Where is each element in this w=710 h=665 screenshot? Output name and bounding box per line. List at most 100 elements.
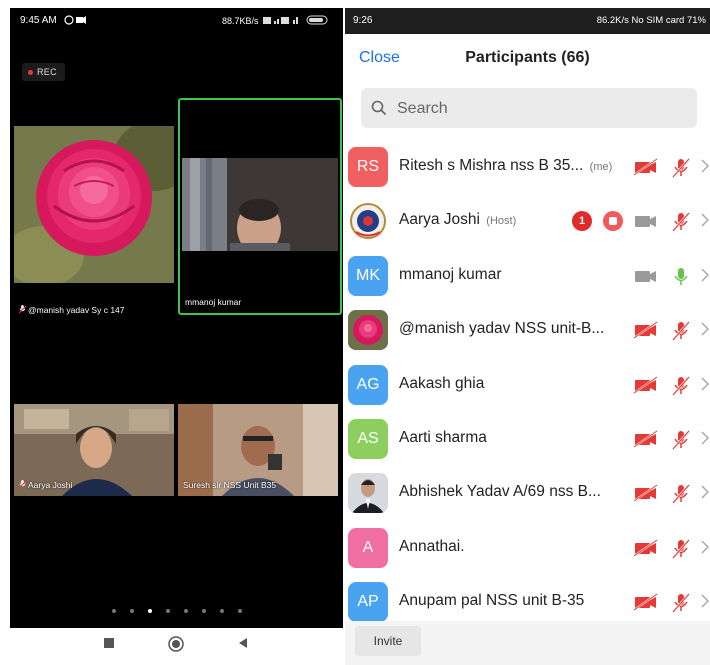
search-input[interactable] <box>395 97 679 121</box>
video-on-icon <box>633 211 659 236</box>
participant-role-tag: (me) <box>589 161 613 173</box>
recording-indicator: REC <box>22 63 65 81</box>
video-off-icon <box>633 375 659 400</box>
recording-stop-icon[interactable] <box>603 211 623 232</box>
participant-list: RS Ritesh s Mishra nss B 35... (me) Aarya … <box>345 140 710 630</box>
chevron-right-icon[interactable] <box>701 159 710 178</box>
page-dot[interactable] <box>165 609 170 613</box>
status-network-speed: 88.7KB/s <box>222 15 331 26</box>
avatar: AP <box>348 582 388 623</box>
video-off-icon <box>633 483 659 508</box>
chevron-right-icon[interactable] <box>701 540 710 559</box>
status-info: 86.2K/s No SIM card 71% <box>596 15 706 26</box>
mic-muted-icon <box>19 305 26 314</box>
video-tile-manish[interactable]: @manish yadav Sy c 147 <box>14 126 174 321</box>
home-circle-icon[interactable] <box>168 636 184 652</box>
participant-name: mmanoj kumar <box>399 266 502 284</box>
participant-row[interactable]: MK mmanoj kumar <box>345 249 710 303</box>
participant-name: Aarya Joshi (Host) <box>399 211 516 229</box>
video-tile-mmanoj-active-speaker[interactable]: mmanoj kumar <box>178 98 342 315</box>
page-title: Participants (66) <box>465 49 590 66</box>
participant-name-text: Annathai. <box>399 537 465 555</box>
back-triangle-icon[interactable] <box>236 636 250 650</box>
mic-on-icon <box>670 266 692 293</box>
chevron-right-icon[interactable] <box>701 322 710 341</box>
status-bar: 9:45 AM 88.7KB/s <box>10 8 343 34</box>
participant-row[interactable]: AG Aakash ghia <box>345 358 710 412</box>
video-tile-suresh[interactable]: Suresh sir NSS Unit B35 <box>178 404 338 496</box>
video-tile-aarya[interactable]: Aarya Joshi <box>14 404 174 496</box>
avatar: AS <box>348 418 388 459</box>
mic-muted-icon <box>670 483 692 510</box>
participant-name-text: Anupam pal NSS unit B-35 <box>399 592 585 610</box>
page-dot-active[interactable] <box>147 609 152 613</box>
participant-name: Aarti sharma <box>399 429 487 447</box>
invite-button[interactable]: Invite <box>355 626 421 656</box>
participant-video <box>182 158 338 251</box>
video-off-icon <box>633 538 659 563</box>
participant-role-tag: (Host) <box>486 215 517 228</box>
page-dot[interactable] <box>219 609 224 613</box>
participant-row[interactable]: Aarya Joshi (Host) 1 <box>345 194 710 248</box>
chevron-right-icon[interactable] <box>701 377 710 396</box>
chevron-right-icon[interactable] <box>701 431 710 450</box>
avatar <box>348 310 388 351</box>
page-dot[interactable] <box>129 609 134 613</box>
mic-muted-icon <box>670 211 692 238</box>
participant-row[interactable]: A Annathai. <box>345 521 710 575</box>
tile-name-aarya: Aarya Joshi <box>19 480 72 490</box>
chevron-right-icon[interactable] <box>701 594 710 613</box>
participants-header: Close Participants (66) <box>345 34 710 82</box>
video-off-icon <box>633 592 659 617</box>
left-phone-screen: 9:45 AM 88.7KB/s REC @manish yadav Sy c … <box>10 8 343 660</box>
mic-muted-icon <box>670 375 692 402</box>
mic-muted-icon <box>670 538 692 565</box>
participant-name: Annathai. <box>399 538 465 556</box>
participant-name: Anupam pal NSS unit B-35 <box>399 592 584 610</box>
participant-row[interactable]: RS Ritesh s Mishra nss B 35... (me) <box>345 140 710 194</box>
tile-name-mmanoj: mmanoj kumar <box>185 297 242 307</box>
participant-name: Aakash ghia <box>399 375 484 393</box>
participant-name-text: Aarti sharma <box>399 428 487 446</box>
chevron-right-icon[interactable] <box>701 213 710 232</box>
participant-name: Abhishek Yadav A/69 nss B... <box>399 483 601 501</box>
participant-row[interactable]: AS Aarti sharma <box>345 412 710 466</box>
participant-name-text: @manish yadav NSS unit-B... <box>399 320 605 338</box>
rose-image <box>14 126 174 283</box>
participant-name-text: Ritesh s Mishra nss B 35... <box>399 157 584 174</box>
mic-muted-icon <box>670 592 692 619</box>
page-dot[interactable] <box>111 609 116 613</box>
android-nav-bar <box>10 628 343 660</box>
participant-name-text: mmanoj kumar <box>399 265 502 283</box>
tile-name-manish: @manish yadav Sy c 147 <box>19 305 125 315</box>
participant-name-text: Aakash ghia <box>399 374 485 392</box>
participant-row[interactable]: Abhishek Yadav A/69 nss B... <box>345 466 710 520</box>
rec-label: REC <box>37 67 57 77</box>
tile-name-suresh: Suresh sir NSS Unit B35 <box>183 480 277 490</box>
page-indicator[interactable] <box>10 600 343 618</box>
mic-muted-icon <box>670 157 692 184</box>
avatar <box>348 473 388 514</box>
search-bar[interactable] <box>361 88 697 128</box>
avatar: A <box>348 527 388 568</box>
chevron-right-icon[interactable] <box>701 485 710 504</box>
page-dot[interactable] <box>183 609 188 613</box>
mic-muted-icon <box>19 480 26 489</box>
participant-name: Ritesh s Mishra nss B 35... (me) <box>399 157 612 175</box>
status-bar: 9:26 86.2K/s No SIM card 71% <box>345 8 710 34</box>
signal-battery-icon <box>263 15 328 25</box>
bottom-bar: Invite <box>345 621 710 665</box>
page-dot[interactable] <box>237 609 242 613</box>
video-on-icon <box>633 266 659 291</box>
avatar: MK <box>348 255 388 296</box>
avatar <box>348 201 388 242</box>
mic-muted-icon <box>670 320 692 347</box>
participant-row[interactable]: @manish yadav NSS unit-B... <box>345 303 710 357</box>
chevron-right-icon[interactable] <box>701 268 710 287</box>
record-dot-icon <box>28 70 33 76</box>
page-dot[interactable] <box>201 609 206 613</box>
avatar: AG <box>348 364 388 405</box>
stop-square-icon[interactable] <box>102 636 116 650</box>
participant-name-text: Abhishek Yadav A/69 nss B... <box>399 483 601 501</box>
participant-name-text: Aarya Joshi <box>399 211 480 229</box>
